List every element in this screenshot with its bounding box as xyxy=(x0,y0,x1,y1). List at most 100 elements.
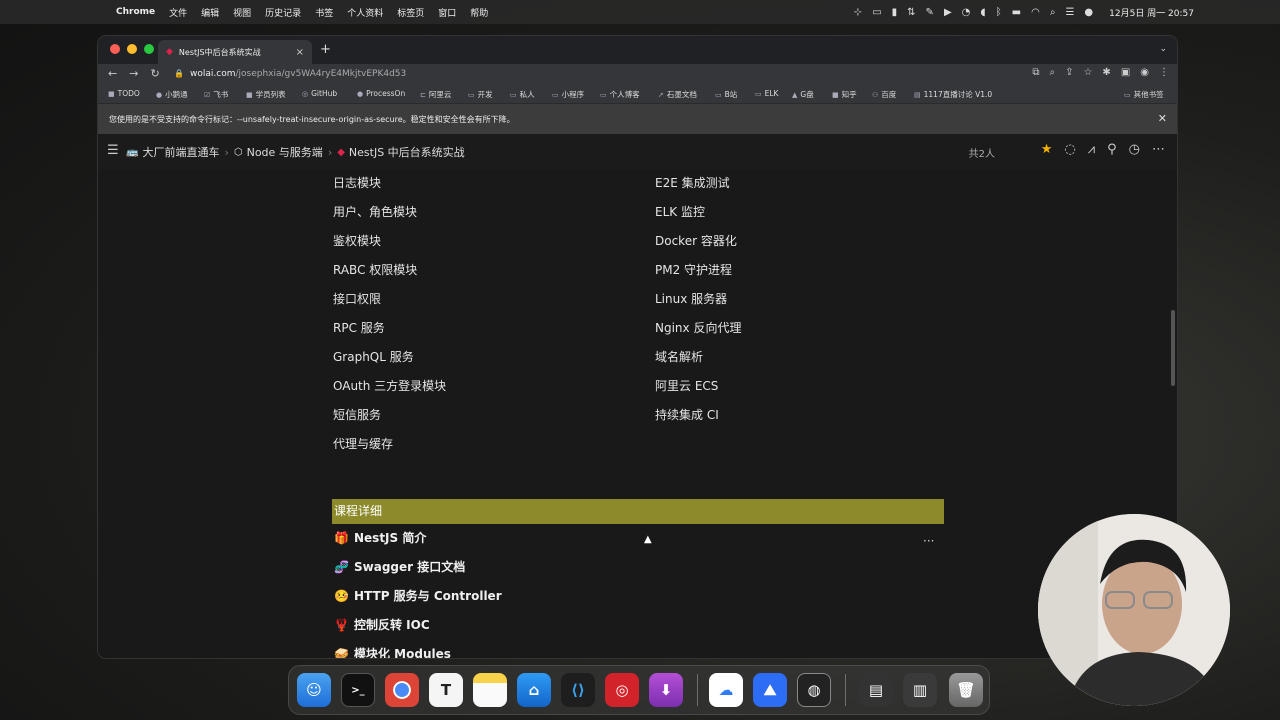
clipboard-icon[interactable]: ▮ xyxy=(892,7,898,18)
course-page-link[interactable]: 🦞 控制反转 IOC xyxy=(334,614,502,643)
open-external-icon[interactable]: ⧉ xyxy=(1032,67,1039,78)
breadcrumb-item[interactable]: NestJS 中后台系统实战 xyxy=(349,144,465,160)
display-icon[interactable]: ▭ xyxy=(872,7,881,18)
lark-icon[interactable]: ⛰ xyxy=(753,673,787,707)
menu-bookmarks[interactable]: 书签 xyxy=(315,6,333,19)
extensions-icon[interactable]: ✱ xyxy=(1102,67,1110,78)
recent-window-icon[interactable]: ▤ xyxy=(859,673,893,707)
bookmark-item[interactable]: ▲ G盘 xyxy=(792,89,814,100)
menu-view[interactable]: 视图 xyxy=(233,6,251,19)
bluetooth-icon[interactable]: ᛒ xyxy=(996,7,1002,18)
volume-icon[interactable]: ◖ xyxy=(980,7,985,18)
bookmark-folder[interactable]: ▭ ELK xyxy=(755,89,778,98)
chrome-menu-icon[interactable]: ⋮ xyxy=(1159,67,1169,78)
breadcrumb-item[interactable]: Node 与服务端 xyxy=(247,144,323,160)
menu-app-name[interactable]: Chrome xyxy=(116,7,155,17)
finder-icon[interactable]: ☺ xyxy=(297,673,331,707)
scrollbar[interactable] xyxy=(1171,310,1175,386)
tab-close-icon[interactable]: × xyxy=(296,47,304,58)
course-page-link[interactable]: 🧬 Swagger 接口文档 xyxy=(334,556,502,585)
menu-clock[interactable]: 12月5日 周一 20:57 xyxy=(1109,6,1194,19)
play-icon[interactable]: ▶ xyxy=(944,7,952,18)
brush-icon[interactable]: ✎ xyxy=(926,7,934,18)
control-center-icon[interactable]: ☰ xyxy=(1065,7,1074,18)
search-icon[interactable]: ⌕ xyxy=(1050,7,1056,18)
more-icon[interactable]: ⋯ xyxy=(1152,142,1165,157)
battery-icon[interactable]: ▬ xyxy=(1012,7,1021,18)
sidebar-icon[interactable]: ▣ xyxy=(1121,67,1130,78)
menu-tab[interactable]: 标签页 xyxy=(397,6,424,19)
menu-profiles[interactable]: 个人资料 xyxy=(347,6,383,19)
menu-help[interactable]: 帮助 xyxy=(470,6,488,19)
block-more-button[interactable]: ··· xyxy=(923,534,934,548)
url-host: wolai.com xyxy=(190,69,236,79)
keynote-icon[interactable]: ⌂ xyxy=(517,673,551,707)
baidu-netdisk-icon[interactable]: ☁ xyxy=(709,673,743,707)
bookmark-folder[interactable]: ▭ 个人博客 xyxy=(600,89,640,100)
netease-music-icon[interactable]: ◎ xyxy=(605,673,639,707)
siri-icon[interactable]: ● xyxy=(1084,7,1093,18)
bookmark-item[interactable]: ■ 知乎 xyxy=(832,89,857,100)
menu-file[interactable]: 文件 xyxy=(169,6,187,19)
recent-window-icon[interactable]: ▥ xyxy=(903,673,937,707)
history-icon[interactable]: ◷ xyxy=(1129,142,1140,157)
bookmark-item[interactable]: ▭ B站 xyxy=(715,89,737,100)
lobster-icon: 🦞 xyxy=(334,618,349,632)
terminal-icon[interactable]: >_ xyxy=(341,673,375,707)
breadcrumb-item[interactable]: 大厂前端直通车 xyxy=(142,144,219,160)
typora-icon[interactable]: T xyxy=(429,673,463,707)
bookmark-star-icon[interactable]: ☆ xyxy=(1083,67,1092,78)
bookmark-item[interactable]: ⊏ 阿里云 xyxy=(420,89,451,100)
downloader-icon[interactable]: ⬇ xyxy=(649,673,683,707)
vscode-icon[interactable]: ⟨⟩ xyxy=(561,673,595,707)
reload-icon[interactable]: ↻ xyxy=(150,67,159,80)
forward-icon[interactable]: → xyxy=(129,67,138,80)
share-icon[interactable]: ⇪ xyxy=(1065,67,1073,78)
input-icon[interactable]: ⊹ xyxy=(854,7,862,18)
course-page-link[interactable]: 🎁 NestJS 简介 xyxy=(334,527,502,556)
course-page-link[interactable]: 🤒 HTTP 服务与 Controller xyxy=(334,585,502,614)
back-icon[interactable]: ← xyxy=(108,67,117,80)
bell-icon[interactable]: ◔ xyxy=(962,7,971,18)
menu-window[interactable]: 窗口 xyxy=(438,6,456,19)
favorite-star-icon[interactable]: ★ xyxy=(1041,142,1053,157)
bookmark-folder[interactable]: ▭ 私人 xyxy=(510,89,535,100)
menu-history[interactable]: 历史记录 xyxy=(265,6,301,19)
address-bar[interactable]: wolai.com/josephxia/gv5WA4ryE4MkjtvEPK4d… xyxy=(190,69,406,79)
close-window-button[interactable] xyxy=(110,44,120,54)
bookmark-folder[interactable]: ▭ 小程序 xyxy=(552,89,584,100)
comment-icon[interactable]: ◌ xyxy=(1064,142,1075,157)
infobar-close-icon[interactable]: ✕ xyxy=(1158,112,1167,125)
share-graph-icon[interactable]: ⩘ xyxy=(1088,142,1095,157)
bookmark-item[interactable]: ■ 学员列表 xyxy=(246,89,286,100)
collaborator-count[interactable]: 共2人 xyxy=(969,145,995,160)
minimize-window-button[interactable] xyxy=(127,44,137,54)
bookmark-item[interactable]: ☑ 飞书 xyxy=(204,89,228,100)
bookmark-item[interactable]: ▤ 1117直播讨论 V1.0 xyxy=(914,89,992,100)
zoom-window-button[interactable] xyxy=(144,44,154,54)
zoom-icon[interactable]: ⌕ xyxy=(1049,67,1055,78)
bookmark-item[interactable]: ■ TODO xyxy=(108,89,140,98)
profile-icon[interactable]: ◉ xyxy=(1140,67,1149,78)
new-tab-button[interactable]: + xyxy=(320,42,331,57)
bookmark-item[interactable]: ➚ 石墨文档 xyxy=(658,89,697,100)
network-stats-icon[interactable]: ⇅ xyxy=(907,7,915,18)
add-member-icon[interactable]: ⚲ xyxy=(1107,142,1117,157)
bookmark-item[interactable]: ⚇ 百度 xyxy=(872,89,896,100)
lock-icon[interactable]: 🔒 xyxy=(174,69,184,78)
obs-icon[interactable]: ◍ xyxy=(797,673,831,707)
bookmark-item[interactable]: ◎ GitHub xyxy=(302,89,337,98)
hamburger-menu-icon[interactable]: ☰ xyxy=(107,143,119,158)
bookmark-folder[interactable]: ▭ 开发 xyxy=(468,89,493,100)
tab-search-chevron-icon[interactable]: ⌄ xyxy=(1159,44,1167,54)
chrome-icon[interactable] xyxy=(385,673,419,707)
wifi-icon[interactable]: ◠ xyxy=(1031,7,1040,18)
menu-edit[interactable]: 编辑 xyxy=(201,6,219,19)
trash-icon[interactable]: 🗑 xyxy=(949,673,983,707)
bookmark-item[interactable]: ● 小鹅通 xyxy=(156,89,188,100)
bookmark-item[interactable]: ● ProcessOn xyxy=(357,89,405,98)
other-bookmarks[interactable]: ▭ 其他书签 xyxy=(1124,89,1164,100)
notes-icon[interactable] xyxy=(473,673,507,707)
tab-active[interactable]: ◆ NestJS中后台系统实战 × xyxy=(158,40,312,64)
course-page-link[interactable]: 🥪 模块化 Modules xyxy=(334,643,502,658)
